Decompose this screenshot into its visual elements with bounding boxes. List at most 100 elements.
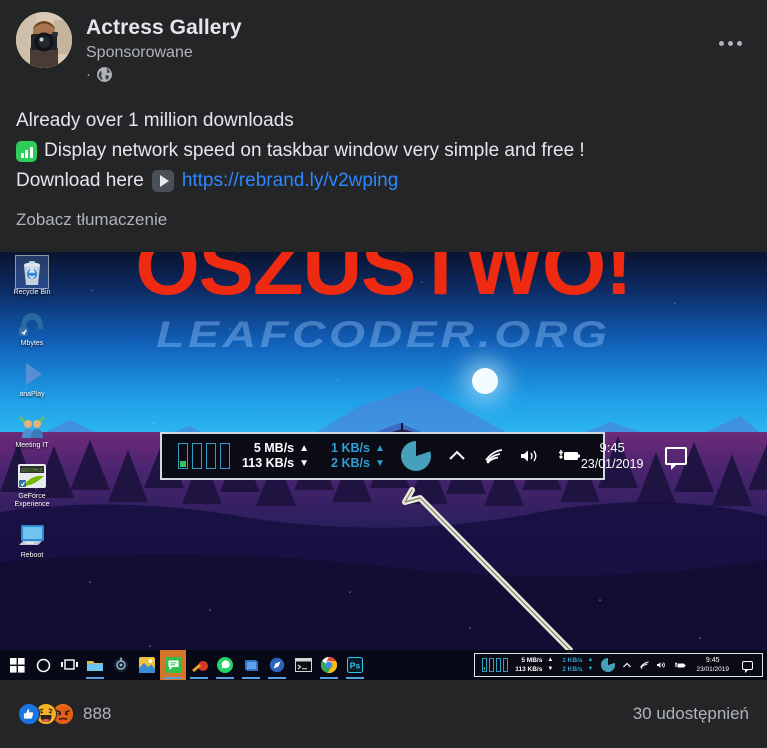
windows-logo-icon bbox=[9, 657, 25, 673]
folder-icon bbox=[87, 660, 103, 671]
network-bars-icon bbox=[178, 443, 230, 469]
tray-system-clock[interactable]: 9:45 23/01/2019 bbox=[696, 656, 733, 674]
whatsapp-icon bbox=[217, 657, 233, 673]
bar-chart-emoji-icon bbox=[16, 140, 37, 162]
tray-notification-bubble-icon[interactable] bbox=[742, 660, 753, 673]
tray-chevron-up-icon[interactable] bbox=[622, 662, 632, 669]
search-circle-icon bbox=[36, 658, 50, 672]
tray-wifi-icon[interactable] bbox=[639, 661, 650, 669]
network-bar bbox=[482, 658, 488, 672]
wifi-icon[interactable] bbox=[483, 448, 503, 464]
notification-bubble-icon[interactable] bbox=[665, 447, 688, 470]
separator-dot: · bbox=[86, 66, 91, 84]
terminal-app-button[interactable] bbox=[290, 650, 316, 680]
network-bar bbox=[489, 658, 495, 672]
ellipsis-dot bbox=[736, 40, 742, 46]
like-reaction-icon bbox=[18, 703, 40, 725]
play-icon bbox=[16, 358, 48, 390]
tray-secondary-download-row: 2 KB/s ▼ bbox=[562, 665, 593, 674]
search-button[interactable] bbox=[30, 650, 56, 680]
desktop-icon-label: GeForce Experience bbox=[14, 493, 50, 508]
battery-charging-icon[interactable] bbox=[557, 449, 581, 463]
see-translation-button[interactable]: Zobacz tłumaczenie bbox=[16, 210, 167, 230]
tray-download-arrow-icon: ▼ bbox=[547, 666, 554, 672]
tray-secondary-upload-arrow-icon: ▲ bbox=[587, 657, 594, 663]
page-name[interactable]: Actress Gallery bbox=[86, 16, 242, 40]
tray-volume-icon[interactable] bbox=[656, 661, 667, 669]
post-media-screenshot[interactable]: LEAFCODER.ORG OSZUSTWO! Recycle Bin Mbyt… bbox=[0, 252, 767, 680]
pie-chart-icon[interactable] bbox=[400, 441, 431, 471]
messenger-app-button[interactable] bbox=[160, 650, 186, 680]
network-speed-widget-zoomed[interactable]: 5 MB/s ▲ 113 KB/s ▼ 1 KB/s ▲ 2 KB/s ▼ 9:… bbox=[160, 432, 688, 480]
download-arrow-icon: ▼ bbox=[299, 458, 310, 469]
settings-app-button[interactable] bbox=[108, 650, 134, 680]
desktop-icon-anaplay[interactable]: anaPlay bbox=[6, 358, 58, 399]
download-speed-row: 113 KB/s ▼ bbox=[242, 456, 309, 471]
desktop-icon-label: Reboot bbox=[20, 552, 44, 559]
post-text-line-1: Already over 1 million downloads bbox=[16, 106, 751, 136]
facebook-sponsored-post: Actress Gallery Sponsorowane · Already o… bbox=[0, 0, 767, 748]
tray-download-speed-value: 113 KB/s bbox=[515, 666, 543, 673]
svg-text:Ps: Ps bbox=[350, 661, 361, 671]
photoshop-icon: Ps bbox=[347, 657, 363, 673]
share-count[interactable]: 30 udostępnień bbox=[633, 704, 749, 724]
upload-arrow-icon: ▲ bbox=[299, 443, 310, 454]
avatar[interactable] bbox=[16, 12, 72, 68]
tray-clock-time: 9:45 bbox=[705, 657, 720, 664]
tray-secondary-download-arrow-icon: ▼ bbox=[587, 666, 594, 672]
desktop-icon-meeting-it[interactable]: Meeting IT bbox=[6, 409, 58, 450]
task-view-button[interactable] bbox=[56, 650, 82, 680]
tray-upload-arrow-icon: ▲ bbox=[547, 657, 554, 663]
geforce-icon: GEFORCE bbox=[16, 460, 48, 492]
ccleaner-app-button[interactable] bbox=[186, 650, 212, 680]
chevron-up-icon[interactable] bbox=[447, 449, 467, 463]
svg-text:GEFORCE: GEFORCE bbox=[21, 468, 43, 473]
tray-battery-charging-icon[interactable] bbox=[674, 662, 686, 669]
network-bar bbox=[220, 443, 230, 469]
network-bar bbox=[503, 658, 509, 672]
ellipsis-dot bbox=[727, 40, 733, 46]
tray-download-speed-row: 113 KB/s ▼ bbox=[515, 665, 553, 674]
upload-speed-value: 5 MB/s bbox=[253, 441, 295, 455]
post-text-line-2: Display network speed on taskbar window … bbox=[16, 136, 751, 166]
tray-secondary-download-value: 2 KB/s bbox=[562, 666, 583, 673]
notes-app-button[interactable] bbox=[238, 650, 264, 680]
chrome-app-button[interactable] bbox=[316, 650, 342, 680]
compass-app-button[interactable] bbox=[264, 650, 290, 680]
tray-clock-date: 23/01/2019 bbox=[696, 666, 729, 673]
windows-taskbar: Ps 5 MB/s ▲ 113 KB/s ▼ 1 KB/s ▲ 2 KB/s ▼… bbox=[0, 650, 767, 680]
post-footer: 888 30 udostępnień bbox=[0, 680, 767, 748]
tray-secondary-upload-row: 1 KB/s ▲ bbox=[562, 656, 593, 665]
photos-app-button[interactable] bbox=[134, 650, 160, 680]
volume-icon[interactable] bbox=[519, 448, 541, 464]
post-link[interactable]: https://rebrand.ly/v2wping bbox=[182, 166, 399, 196]
secondary-speed-readout: 1 KB/s ▲ 2 KB/s ▼ bbox=[331, 441, 385, 471]
post-more-options-button[interactable] bbox=[713, 32, 747, 54]
file-explorer-button[interactable] bbox=[82, 650, 108, 680]
notebook-icon bbox=[245, 659, 258, 671]
globe-icon[interactable] bbox=[96, 66, 113, 83]
chat-bubble-icon bbox=[164, 657, 182, 673]
clock-time: 9:45 bbox=[599, 440, 625, 455]
terminal-icon bbox=[294, 658, 312, 672]
photoshop-app-button[interactable]: Ps bbox=[342, 650, 368, 680]
secondary-download-row: 2 KB/s ▼ bbox=[331, 456, 385, 471]
start-button[interactable] bbox=[4, 650, 30, 680]
reaction-count[interactable]: 888 bbox=[83, 704, 111, 724]
tray-pie-chart-icon[interactable] bbox=[601, 658, 616, 672]
desktop-icon-label: anaPlay bbox=[19, 391, 45, 398]
system-clock[interactable]: 9:45 23/01/2019 bbox=[581, 440, 648, 472]
monitor-icon bbox=[16, 519, 48, 551]
sponsored-label: Sponsorowane bbox=[86, 44, 193, 62]
desktop-icon-geforce-experience[interactable]: GEFORCE GeForce Experience bbox=[6, 460, 58, 509]
whatsapp-app-button[interactable] bbox=[212, 650, 238, 680]
desktop-icon-reboot[interactable]: Reboot bbox=[6, 519, 58, 560]
desktop-icon-label: Meeting IT bbox=[15, 442, 49, 449]
network-bars-icon bbox=[482, 658, 509, 672]
secondary-upload-value: 1 KB/s bbox=[331, 441, 370, 455]
post-body: Already over 1 million downloads Display… bbox=[0, 100, 767, 196]
reaction-icons[interactable] bbox=[18, 703, 74, 725]
compass-icon bbox=[269, 657, 285, 673]
network-speed-widget-tray[interactable]: 5 MB/s ▲ 113 KB/s ▼ 1 KB/s ▲ 2 KB/s ▼ 9:… bbox=[474, 653, 763, 677]
post-text-3: Download here bbox=[16, 170, 144, 191]
